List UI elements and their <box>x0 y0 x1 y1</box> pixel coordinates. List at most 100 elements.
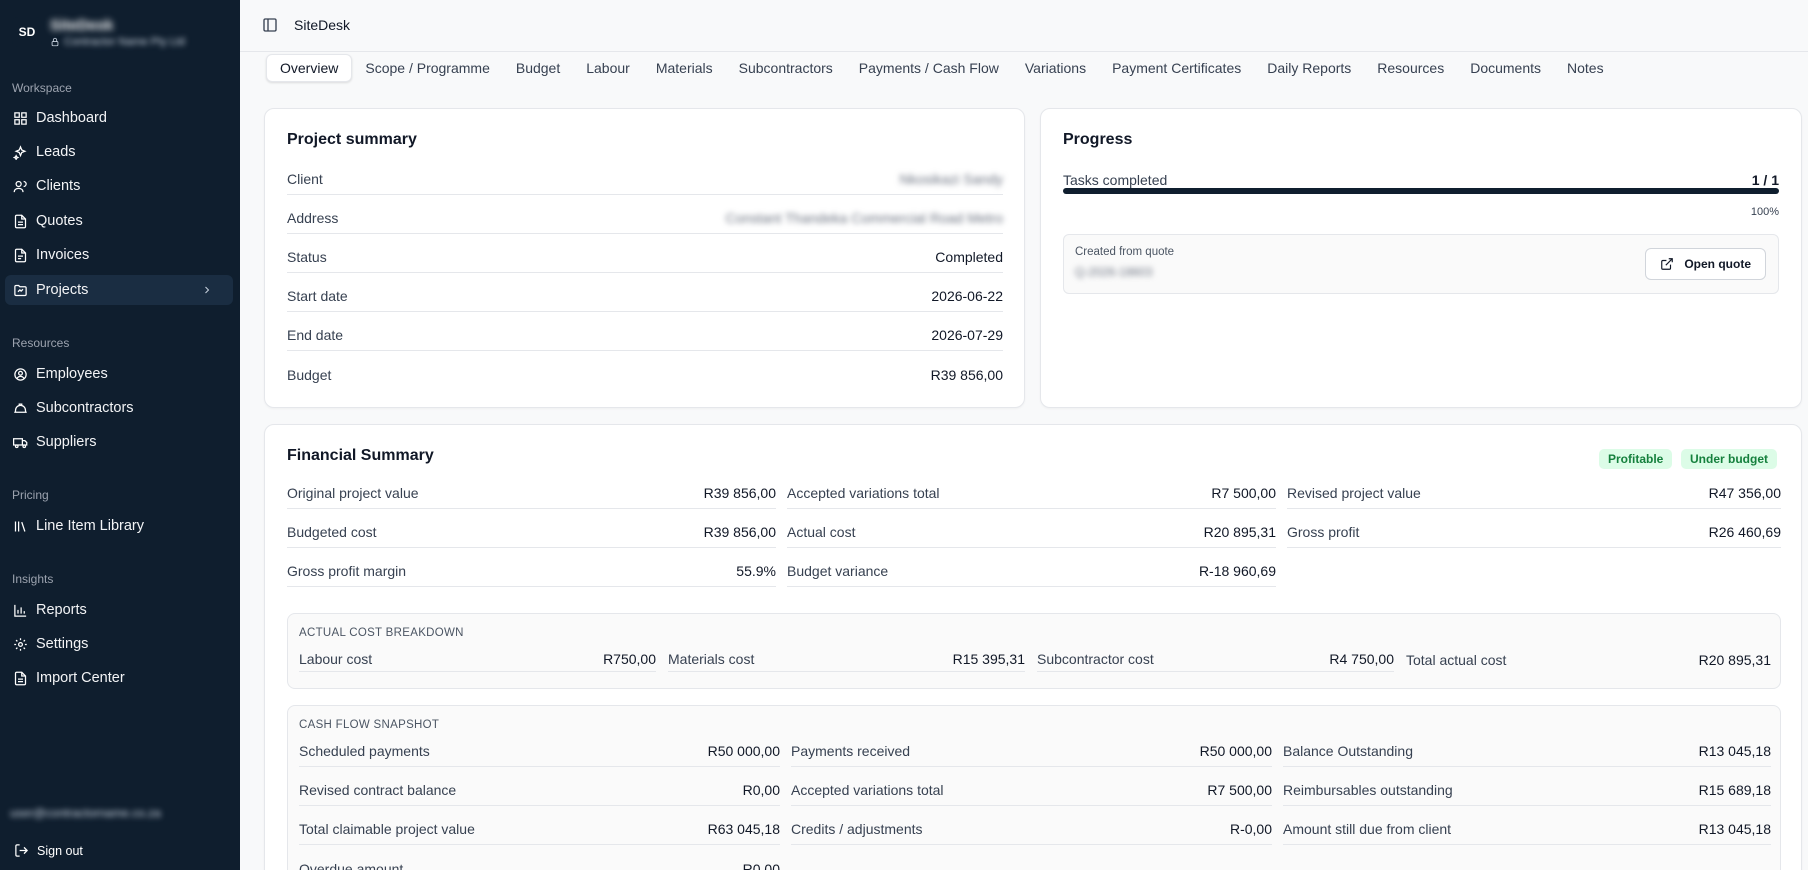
open-quote-button[interactable]: Open quote <box>1645 248 1766 280</box>
cash-flow-snapshot-heading: CASH FLOW SNAPSHOT <box>299 719 440 731</box>
summary-row-client: Client Nkosikazi Sandy <box>287 164 1003 195</box>
cashflow-value: R0,00 <box>742 860 780 870</box>
cashflow-label: Total claimable project value <box>299 821 475 837</box>
cashflow-row: Amount still due from client R13 045,18 <box>1283 814 1771 845</box>
sidebar-item-leads[interactable]: Leads <box>5 137 233 167</box>
page-title: SiteDesk <box>294 17 351 33</box>
sidebar-toggle-icon[interactable] <box>262 17 278 33</box>
tab-materials[interactable]: Materials <box>643 54 726 82</box>
summary-label: Address <box>287 210 339 226</box>
breakdown-row-subcontractor: Subcontractor cost R4 750,00 <box>1037 647 1394 672</box>
sidebar-item-clients[interactable]: Clients <box>5 171 233 201</box>
sidebar-item-import-center[interactable]: Import Center <box>5 663 233 693</box>
sidebar-item-label: Import Center <box>36 670 125 686</box>
fin-value: R39 856,00 <box>703 485 776 501</box>
bar-chart-icon <box>14 604 27 617</box>
sidebar-item-reports[interactable]: Reports <box>5 595 233 625</box>
under-budget-badge: Under budget <box>1681 449 1777 469</box>
sidebar-item-subcontractors[interactable]: Subcontractors <box>5 393 233 423</box>
sidebar-item-settings[interactable]: Settings <box>5 629 233 659</box>
cashflow-value: R50 000,00 <box>707 743 780 759</box>
quote-reference-label: Created from quote <box>1075 246 1175 258</box>
fin-row: Actual cost R20 895,31 <box>787 517 1276 548</box>
summary-label: End date <box>287 327 344 343</box>
nav-heading-resources: Resources <box>12 336 70 350</box>
brand-logo: SD <box>12 17 42 47</box>
summary-value: 2026-07-29 <box>931 327 1003 343</box>
summary-row-end-date: End date 2026-07-29 <box>287 320 1003 351</box>
cashflow-label: Reimbursables outstanding <box>1283 782 1453 798</box>
sign-out-label: Sign out <box>37 843 83 858</box>
tab-documents[interactable]: Documents <box>1457 54 1554 82</box>
sidebar: SD SiteDesk Contractor Name Pty Ltd Work… <box>0 0 240 870</box>
cashflow-value: R13 045,18 <box>1698 743 1771 759</box>
fin-label: Accepted variations total <box>787 485 940 501</box>
receipt-icon <box>14 248 27 262</box>
sidebar-item-projects[interactable]: Projects <box>5 275 233 305</box>
tab-daily-reports[interactable]: Daily Reports <box>1254 54 1364 82</box>
cashflow-label: Scheduled payments <box>299 743 430 759</box>
nav-heading-workspace: Workspace <box>12 81 72 95</box>
fin-row: Revised project value R47 356,00 <box>1287 478 1781 509</box>
tab-payments-cash-flow[interactable]: Payments / Cash Flow <box>846 54 1012 82</box>
tab-budget[interactable]: Budget <box>503 54 573 82</box>
summary-label: Status <box>287 249 327 265</box>
fin-label: Original project value <box>287 485 419 501</box>
sidebar-item-employees[interactable]: Employees <box>5 359 233 389</box>
sidebar-item-label: Invoices <box>36 247 90 263</box>
brand[interactable]: SD SiteDesk Contractor Name Pty Ltd <box>12 14 185 50</box>
project-tabs: Overview Scope / Programme Budget Labour… <box>266 54 1617 84</box>
cashflow-row: Scheduled payments R50 000,00 <box>299 736 780 767</box>
sidebar-item-quotes[interactable]: Quotes <box>5 206 233 236</box>
cashflow-value: R0,00 <box>742 782 780 798</box>
sidebar-item-suppliers[interactable]: Suppliers <box>5 427 233 457</box>
cashflow-row: Credits / adjustments R-0,00 <box>791 814 1272 845</box>
tab-notes[interactable]: Notes <box>1554 54 1617 82</box>
tab-subcontractors[interactable]: Subcontractors <box>726 54 846 82</box>
breakdown-value: R4 750,00 <box>1329 651 1394 667</box>
fin-value: R7 500,00 <box>1211 485 1276 501</box>
cashflow-value: R7 500,00 <box>1207 782 1272 798</box>
sidebar-item-label: Settings <box>36 636 89 652</box>
fin-label: Revised project value <box>1287 485 1421 501</box>
fin-row: Original project value R39 856,00 <box>287 478 776 509</box>
fin-value: 55.9% <box>736 563 776 579</box>
fin-label: Budgeted cost <box>287 524 377 540</box>
summary-label: Start date <box>287 288 348 304</box>
summary-value: Constant Thandeka Commercial Road Metro <box>725 210 1003 226</box>
sidebar-item-line-item-library[interactable]: Line Item Library <box>5 511 233 541</box>
cashflow-row: Revised contract balance R0,00 <box>299 775 780 806</box>
tab-scope-programme[interactable]: Scope / Programme <box>352 54 503 82</box>
sidebar-item-dashboard[interactable]: Dashboard <box>5 103 233 133</box>
breakdown-value: R15 395,31 <box>952 651 1025 667</box>
cashflow-label: Payments received <box>791 743 911 759</box>
tab-overview[interactable]: Overview <box>266 54 353 82</box>
fin-label: Gross profit <box>1287 524 1360 540</box>
breakdown-value: R750,00 <box>603 651 656 667</box>
sidebar-item-label: Subcontractors <box>36 400 134 416</box>
fin-row: Accepted variations total R7 500,00 <box>787 478 1276 509</box>
sidebar-item-label: Projects <box>36 282 89 298</box>
tab-payment-certificates[interactable]: Payment Certificates <box>1099 54 1254 82</box>
sidebar-item-invoices[interactable]: Invoices <box>5 240 233 270</box>
sign-out-button[interactable]: Sign out <box>14 843 83 858</box>
cashflow-label: Amount still due from client <box>1283 821 1452 837</box>
tab-variations[interactable]: Variations <box>1012 54 1099 82</box>
chevron-right-icon <box>205 286 210 294</box>
financial-summary-card: Financial Summary Profitable Under budge… <box>264 424 1802 870</box>
fin-value: R20 895,31 <box>1203 524 1276 540</box>
sidebar-item-label: Dashboard <box>36 110 107 126</box>
cashflow-row: Reimbursables outstanding R15 689,18 <box>1283 775 1771 806</box>
cashflow-value: R50 000,00 <box>1199 743 1272 759</box>
summary-label: Budget <box>287 366 332 383</box>
breakdown-label: Total actual cost <box>1406 651 1507 668</box>
quote-reference-box: Created from quote Q-2026-18603 Open quo… <box>1063 234 1779 294</box>
sidebar-item-label: Leads <box>36 144 76 160</box>
summary-row-budget: Budget R39 856,00 <box>287 359 1003 390</box>
fin-label: Budget variance <box>787 563 889 579</box>
fin-value: R39 856,00 <box>703 524 776 540</box>
tab-labour[interactable]: Labour <box>573 54 643 82</box>
tab-resources[interactable]: Resources <box>1364 54 1457 82</box>
tasks-completed-label: Tasks completed <box>1063 172 1168 188</box>
breakdown-value: R20 895,31 <box>1698 651 1771 668</box>
